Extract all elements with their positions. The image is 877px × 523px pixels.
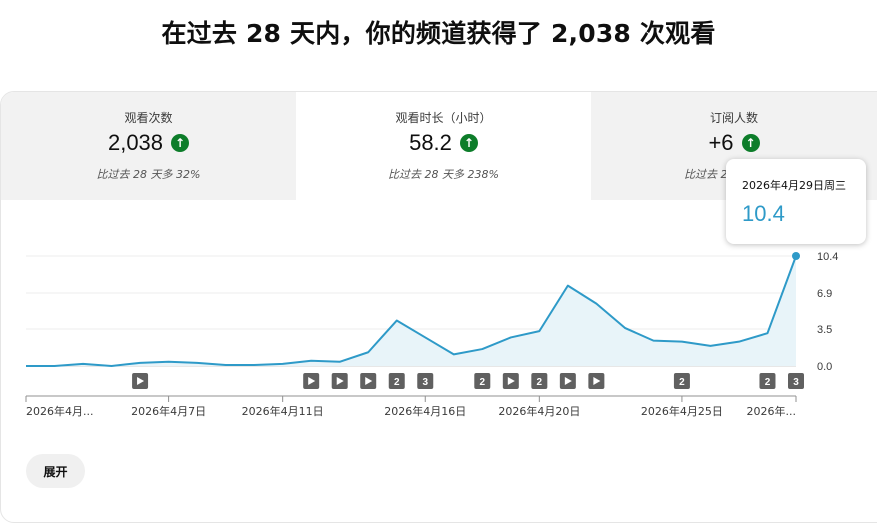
tooltip-value: 10.4 <box>742 201 785 226</box>
x-tick-label: 2026年4月7日 <box>131 404 206 418</box>
marker-count-label: 2 <box>679 377 685 388</box>
y-tick-label: 10.4 <box>817 251 838 263</box>
x-tick-label: 2026年4月11日 <box>242 404 324 418</box>
y-tick-label: 6.9 <box>817 288 832 300</box>
y-tick-label: 0.0 <box>817 361 832 373</box>
x-tick-label: 2026年4月... <box>26 404 93 418</box>
marker-count-label: 2 <box>537 377 543 388</box>
x-tick-label: 2026年4月20日 <box>498 404 580 418</box>
marker-count-label: 2 <box>765 377 771 388</box>
y-tick-label: 3.5 <box>817 324 832 336</box>
data-point <box>792 252 800 260</box>
views-chart: 0.0 3.5 6.9 10.4 2 3 2 2 2 2 3 2026年4月... 2026年4月7日 2… <box>25 251 838 418</box>
expand-button[interactable]: 展开 <box>26 454 85 488</box>
area-fill <box>26 256 796 366</box>
x-tick-label: 2026年4月25日 <box>641 404 723 418</box>
chart-tooltip: 2026年4月29日周三 10.4 <box>726 159 866 244</box>
marker-count-label: 3 <box>793 377 799 388</box>
x-tick-label: 2026年... <box>747 404 796 418</box>
marker-count-label: 3 <box>422 377 428 388</box>
marker-count-label: 2 <box>480 377 486 388</box>
x-tick-label: 2026年4月16日 <box>384 404 466 418</box>
tooltip-date: 2026年4月29日周三 <box>742 179 846 192</box>
marker-count-label: 2 <box>394 377 400 388</box>
